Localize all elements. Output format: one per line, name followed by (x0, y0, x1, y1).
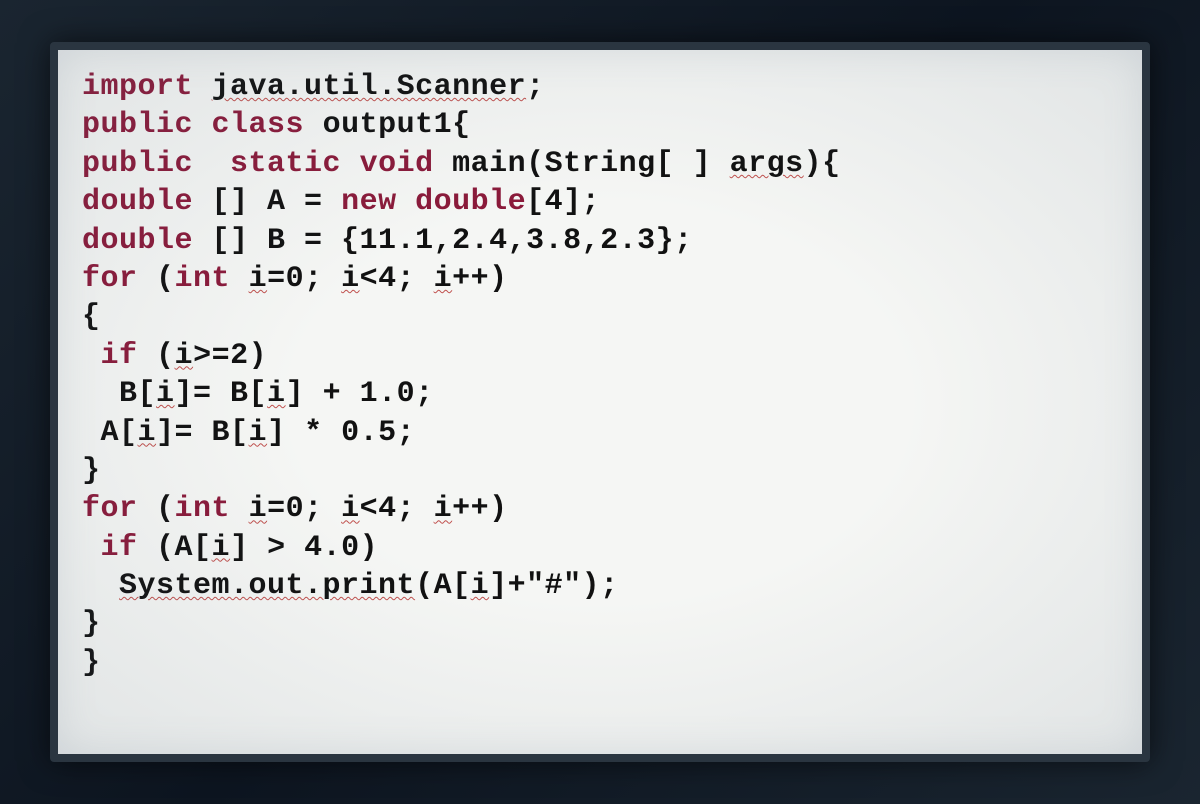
code-line: System.out.print(A[i]+"#"); (82, 567, 1118, 605)
code-line: import java.util.Scanner; (82, 68, 1118, 106)
code-line: double [] A = new double[4]; (82, 183, 1118, 221)
code-line: if (A[i] > 4.0) (82, 529, 1118, 567)
code-line: A[i]= B[i] * 0.5; (82, 414, 1118, 452)
code-line: { (82, 298, 1118, 336)
code-line: } (82, 644, 1118, 682)
code-line: if (i>=2) (82, 337, 1118, 375)
java-code-block: import java.util.Scanner;public class ou… (82, 68, 1118, 682)
code-line: double [] B = {11.1,2.4,3.8,2.3}; (82, 222, 1118, 260)
code-line: public class output1{ (82, 106, 1118, 144)
code-line: public static void main(String[ ] args){ (82, 145, 1118, 183)
code-line: for (int i=0; i<4; i++) (82, 260, 1118, 298)
code-line: } (82, 605, 1118, 643)
code-editor-screen: import java.util.Scanner;public class ou… (50, 42, 1150, 762)
code-line: for (int i=0; i<4; i++) (82, 490, 1118, 528)
code-line: } (82, 452, 1118, 490)
code-line: B[i]= B[i] + 1.0; (82, 375, 1118, 413)
